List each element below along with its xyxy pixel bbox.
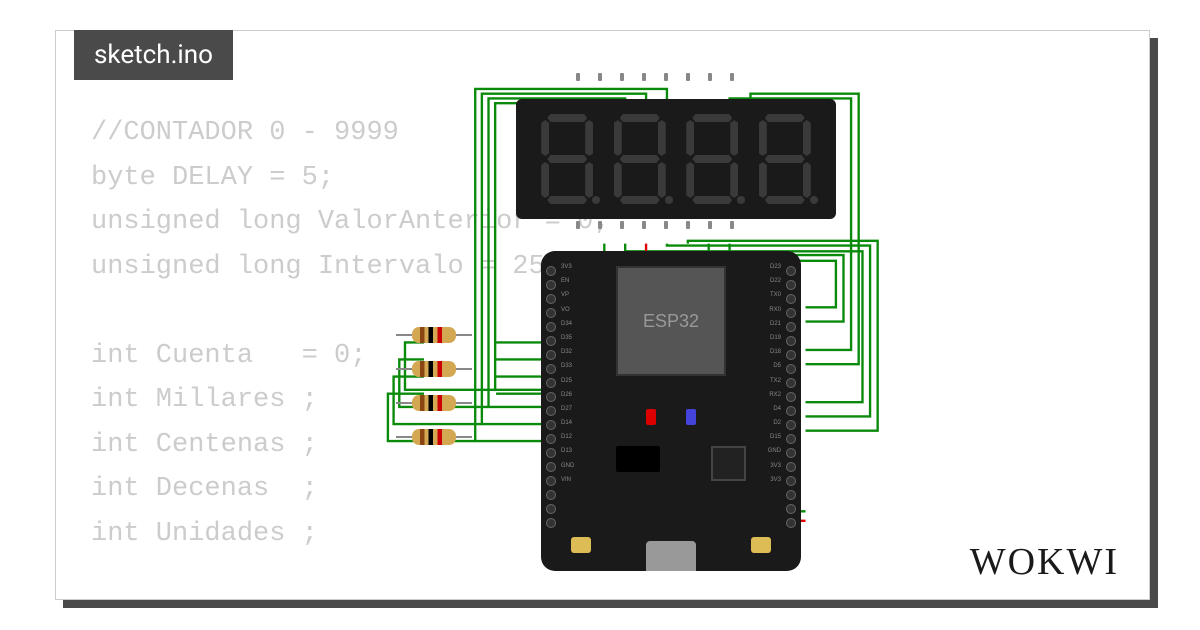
resistor-group [396, 326, 472, 446]
pin-labels-left: 3V3ENVPVOD34D35D32D33D25D26D27D14D12D13G… [561, 264, 574, 484]
display-pins-top [576, 73, 734, 81]
digit-4 [756, 114, 814, 204]
resistor-2[interactable] [396, 360, 472, 378]
pin-row-right [786, 266, 796, 528]
wokwi-logo: WOKWI [970, 540, 1119, 584]
power-led-icon [646, 409, 656, 425]
esp32-chip: ESP32 [616, 266, 726, 376]
resistor-1[interactable] [396, 326, 472, 344]
preview-card: sketch.ino //CONTADOR 0 - 9999 byte DELA… [55, 30, 1150, 600]
resistor-3[interactable] [396, 394, 472, 412]
usb-serial-chip [711, 446, 746, 481]
digit-2 [611, 114, 669, 204]
display-pins-bottom [576, 221, 734, 229]
digit-1 [538, 114, 596, 204]
reset-button[interactable] [571, 537, 591, 553]
circuit-diagram[interactable]: ESP32 3V3ENVPVOD34D35D32D33D25D26D27D14D… [386, 81, 946, 581]
pin-row-left [546, 266, 556, 528]
7-segment-display [516, 99, 836, 219]
digit-3 [683, 114, 741, 204]
esp32-board[interactable]: ESP32 3V3ENVPVOD34D35D32D33D25D26D27D14D… [541, 251, 801, 571]
filename-tab[interactable]: sketch.ino [74, 30, 233, 80]
boot-button[interactable] [751, 537, 771, 553]
status-led-icon [686, 409, 696, 425]
resistor-4[interactable] [396, 428, 472, 446]
pin-labels-right: D23D22TX0RX0D21D19D18D5TX2RX2D4D2D15GND3… [768, 264, 781, 484]
voltage-regulator [616, 446, 660, 472]
usb-port-icon [646, 541, 696, 571]
